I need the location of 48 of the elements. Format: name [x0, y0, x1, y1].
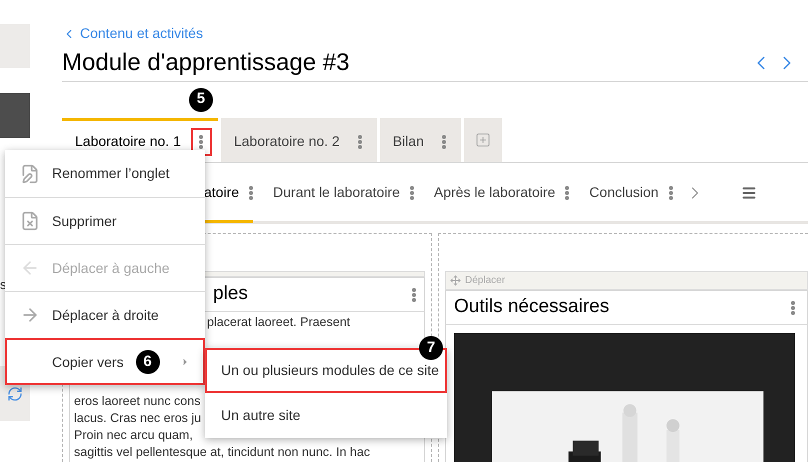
card-title: ples	[213, 282, 248, 306]
callout-number: 6	[136, 350, 160, 374]
subtab-label: atoire	[204, 183, 240, 202]
menu-item-label: Déplacer à droite	[52, 306, 159, 325]
menu-item-label: Renommer l’onglet	[52, 164, 170, 183]
tab[interactable]: Laboratoire no. 2	[220, 118, 377, 162]
more-options-icon[interactable]	[410, 186, 414, 200]
more-options-icon[interactable]	[249, 186, 254, 200]
subtab-label: Après le laboratoire	[434, 183, 556, 202]
more-options-icon[interactable]	[412, 288, 416, 302]
tab[interactable]: Bilan	[380, 118, 461, 162]
subtab-label: Durant le laboratoire	[273, 183, 400, 202]
add-tab-button[interactable]	[464, 118, 502, 162]
add-icon	[474, 132, 491, 148]
menu-item-label: Supprimer	[52, 212, 117, 231]
submenu-item[interactable]: Un autre site	[205, 393, 447, 438]
tab-label: Laboratoire no. 1	[75, 132, 181, 151]
more-options-icon[interactable]	[791, 300, 795, 314]
delete-document-icon	[20, 211, 40, 231]
subtab[interactable]: Après le laboratoire	[434, 166, 570, 222]
tab-label: Laboratoire no. 2	[234, 132, 340, 151]
tab-label: Bilan	[392, 132, 424, 151]
subtab-label: Conclusion	[589, 183, 659, 202]
more-options-icon[interactable]	[565, 186, 570, 200]
card-text: Proin nec arcu quam,	[74, 427, 193, 444]
menu-item[interactable]: Déplacer à droite	[5, 291, 205, 338]
breadcrumb-link[interactable]: Contenu et activités	[62, 23, 203, 44]
card-text: eros laoreet nunc cons	[74, 393, 200, 410]
menu-item-label: Copier vers	[52, 352, 124, 372]
more-options-icon[interactable]	[668, 186, 673, 200]
callout-number: 5	[188, 88, 213, 112]
menu-icon[interactable]	[740, 184, 757, 200]
card-text: placerat laoreet. Praesent	[207, 314, 350, 331]
subtab[interactable]: Conclusion	[589, 166, 673, 222]
callout-number: 7	[419, 336, 443, 360]
card-title: Outils nécessaires	[454, 295, 610, 320]
menu-item-label: Déplacer à gauche	[52, 258, 170, 278]
more-options-icon	[358, 134, 362, 148]
edit-document-icon	[20, 164, 40, 184]
page-title: Module d'apprentissage #3	[62, 48, 350, 78]
menu-item[interactable]: Supprimer	[5, 197, 205, 244]
more-options-icon	[199, 134, 204, 148]
card-text: sagittis vel pellentesque at, tincidunt non nunc. In hac	[74, 444, 370, 461]
subtab[interactable]: Durant le laboratoire	[273, 166, 414, 222]
menu-item[interactable]: Copier vers 6	[5, 338, 205, 385]
card-text: lacus. Cras nec eros ju	[74, 410, 202, 427]
refresh-icon[interactable]	[7, 386, 23, 402]
more-options-icon	[442, 134, 446, 148]
